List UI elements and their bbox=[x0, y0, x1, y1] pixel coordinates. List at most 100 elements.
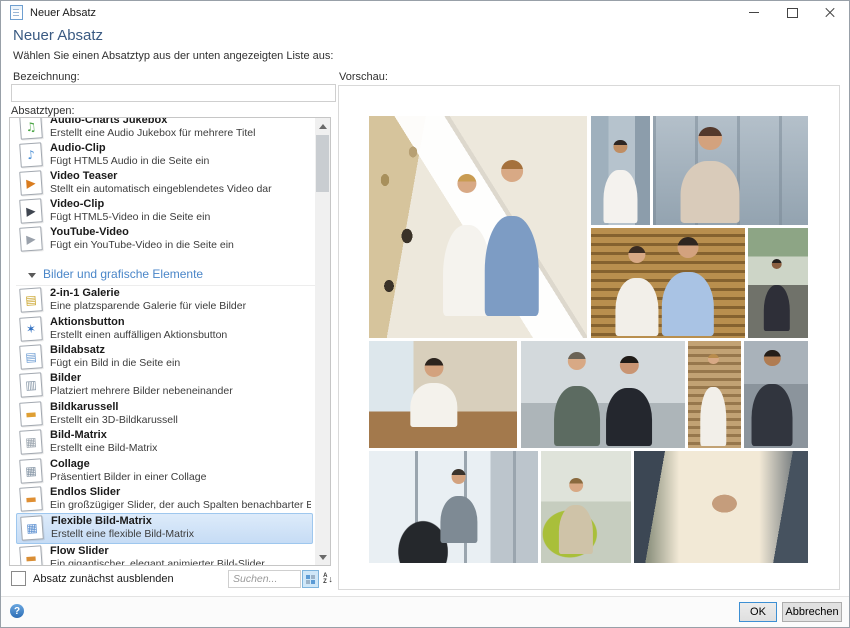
hide-paragraph-checkbox[interactable] bbox=[11, 571, 26, 586]
list-item-endlos-slider[interactable]: ▬ Endlos SliderEin großzügiger Slider, d… bbox=[16, 485, 315, 513]
list-item-bilder[interactable]: ▥ BilderPlatziert mehrere Bilder nebenei… bbox=[16, 371, 315, 399]
item-title: Audio-Clip bbox=[50, 142, 209, 155]
preview-photo-woman-phone-portrait bbox=[744, 341, 808, 448]
sort-az-icon: AZ↓ bbox=[323, 573, 333, 585]
item-title: Bildkarussell bbox=[50, 401, 178, 414]
list-item-flow-slider[interactable]: ▬ Flow SliderEin gigantischer, elegant a… bbox=[16, 544, 315, 565]
bezeichnung-input[interactable] bbox=[11, 84, 336, 102]
group-header-label: Bilder und grafische Elemente bbox=[43, 267, 203, 281]
neuer-absatz-dialog: { "window": { "title": "Neuer Absatz" },… bbox=[0, 0, 850, 628]
video-clip-icon: ▶ bbox=[19, 198, 43, 223]
youtube-video-icon: ▶ bbox=[19, 226, 43, 251]
item-desc: Erstellt einen auffälligen Aktionsbutton bbox=[50, 329, 227, 342]
item-desc: Ein gigantischer, elegant animierter Bil… bbox=[50, 558, 265, 565]
absatztypen-list: ♫ Audio-Charts JukeboxErstellt eine Audi… bbox=[9, 117, 331, 566]
maximize-icon bbox=[787, 8, 798, 18]
window-title: Neuer Absatz bbox=[30, 7, 96, 19]
item-desc: Erstellt eine Audio Jukebox für mehrere … bbox=[50, 127, 255, 140]
audio-clip-icon: ♪ bbox=[19, 142, 43, 167]
minimize-icon bbox=[749, 12, 759, 13]
maximize-button[interactable] bbox=[773, 1, 811, 24]
dialog-footer: ? OK Abbrechen bbox=[1, 596, 849, 627]
title-bar: Neuer Absatz bbox=[1, 1, 849, 24]
item-desc: Ein großzügiger Slider, der auch Spalten… bbox=[50, 499, 311, 512]
minimize-button[interactable] bbox=[735, 1, 773, 24]
sort-button[interactable]: AZ↓ bbox=[321, 570, 335, 588]
preview-photo-man-by-window bbox=[369, 451, 538, 563]
absatztypen-label: Absatztypen: bbox=[11, 105, 75, 117]
close-button[interactable] bbox=[811, 1, 849, 24]
scroll-up-icon bbox=[319, 124, 327, 129]
endlos-slider-icon: ▬ bbox=[19, 486, 43, 511]
preview-photo-woman-at-desk bbox=[369, 341, 517, 448]
list-item-youtube-video[interactable]: ▶ YouTube-VideoFügt ein YouTube-Video in… bbox=[16, 225, 315, 253]
flow-slider-icon: ▬ bbox=[19, 545, 43, 565]
preview-photo-woman-on-phone bbox=[653, 116, 808, 225]
preview-collage bbox=[369, 116, 808, 563]
bild-matrix-icon: ▦ bbox=[19, 429, 43, 454]
item-title: Audio-Charts Jukebox bbox=[50, 118, 255, 127]
item-title: Bildabsatz bbox=[50, 344, 180, 357]
item-desc: Erstellt eine flexible Bild-Matrix bbox=[51, 528, 194, 541]
preview-photo-fist-bump bbox=[634, 451, 808, 563]
help-icon[interactable]: ? bbox=[10, 604, 24, 618]
item-title: Aktionsbutton bbox=[50, 316, 227, 329]
preview-photo-couple-tablet-blinds bbox=[591, 228, 745, 338]
page-subtitle: Wählen Sie einen Absatztyp aus der unten… bbox=[13, 50, 333, 62]
list-item-bildkarussell[interactable]: ▬ BildkarussellErstellt ein 3D-Bildkarus… bbox=[16, 400, 315, 428]
list-item-video-teaser[interactable]: ▶ Video TeaserStellt ein automatisch ein… bbox=[16, 169, 315, 197]
item-desc: Platziert mehrere Bilder nebeneinander bbox=[50, 385, 233, 398]
scroll-up-button[interactable] bbox=[315, 118, 330, 134]
aktionsbutton-icon: ✶ bbox=[19, 316, 43, 341]
bezeichnung-label: Bezeichnung: bbox=[13, 71, 80, 83]
bilder-icon: ▥ bbox=[19, 373, 43, 398]
preview-photo-woman-standing-wood bbox=[688, 341, 741, 448]
list-item-audio-clip[interactable]: ♪ Audio-ClipFügt HTML5 Audio in die Seit… bbox=[16, 141, 315, 169]
item-desc: Fügt ein Bild in die Seite ein bbox=[50, 357, 180, 370]
item-title: Bilder bbox=[50, 372, 233, 385]
hide-paragraph-label: Absatz zunächst ausblenden bbox=[33, 573, 174, 585]
list-item-video-clip[interactable]: ▶ Video-ClipFügt HTML5-Video in die Seit… bbox=[16, 197, 315, 225]
scroll-down-icon bbox=[319, 555, 327, 560]
group-header-bilder[interactable]: Bilder und grafische Elemente bbox=[16, 253, 315, 286]
scrollbar-thumb[interactable] bbox=[316, 135, 329, 192]
item-title: Video Teaser bbox=[50, 170, 272, 183]
two-in-one-galerie-icon: ▤ bbox=[19, 287, 43, 312]
item-desc: Eine platzsparende Galerie für viele Bil… bbox=[50, 300, 246, 313]
preview-photo-woman-arms-crossed bbox=[591, 116, 650, 225]
search-input[interactable] bbox=[228, 570, 301, 588]
list-item-bild-matrix[interactable]: ▦ Bild-MatrixErstellt eine Bild-Matrix bbox=[16, 428, 315, 456]
window-controls bbox=[735, 1, 849, 24]
list-scrollbar[interactable] bbox=[315, 118, 330, 565]
audio-charts-jukebox-icon: ♫ bbox=[19, 118, 43, 140]
list-item-aktionsbutton[interactable]: ✶ AktionsbuttonErstellt einen auffällige… bbox=[16, 314, 315, 342]
ok-button[interactable]: OK bbox=[739, 602, 777, 622]
list-item-2-in-1-galerie[interactable]: ▤ 2-in-1 GalerieEine platzsparende Galer… bbox=[16, 286, 315, 314]
collapse-triangle-icon bbox=[28, 273, 36, 278]
list-item-collage[interactable]: ▦ CollagePräsentiert Bilder in einer Col… bbox=[16, 456, 315, 484]
list-item-bildabsatz[interactable]: ▤ BildabsatzFügt ein Bild in die Seite e… bbox=[16, 343, 315, 371]
preview-photo-colleagues-talking bbox=[521, 341, 685, 448]
bildkarussell-icon: ▬ bbox=[19, 401, 43, 426]
hide-paragraph-row: Absatz zunächst ausblenden bbox=[11, 571, 174, 586]
video-teaser-icon: ▶ bbox=[19, 170, 43, 195]
bildabsatz-icon: ▤ bbox=[19, 344, 43, 369]
item-desc: Erstellt ein 3D-Bildkarussell bbox=[50, 414, 178, 427]
item-desc: Fügt HTML5 Audio in die Seite ein bbox=[50, 155, 209, 168]
item-desc: Präsentiert Bilder in einer Collage bbox=[50, 471, 206, 484]
group-view-toggle-button[interactable] bbox=[302, 570, 319, 588]
item-desc: Erstellt eine Bild-Matrix bbox=[50, 442, 157, 455]
list-content: ♫ Audio-Charts JukeboxErstellt eine Audi… bbox=[10, 118, 315, 565]
item-title: Bild-Matrix bbox=[50, 429, 157, 442]
item-title: Flexible Bild-Matrix bbox=[51, 515, 194, 528]
item-title: 2-in-1 Galerie bbox=[50, 287, 246, 300]
item-desc: Fügt ein YouTube-Video in die Seite ein bbox=[50, 239, 234, 252]
list-item-flexible-bild-matrix[interactable]: ▦ Flexible Bild-MatrixErstellt eine flex… bbox=[16, 513, 313, 543]
window-icon bbox=[10, 5, 23, 20]
scroll-down-button[interactable] bbox=[315, 549, 330, 565]
item-title: Collage bbox=[50, 458, 206, 471]
item-title: Video-Clip bbox=[50, 198, 210, 211]
list-item-audio-charts-jukebox[interactable]: ♫ Audio-Charts JukeboxErstellt eine Audi… bbox=[16, 118, 315, 141]
group-view-icon bbox=[306, 575, 315, 584]
cancel-button[interactable]: Abbrechen bbox=[782, 602, 842, 622]
